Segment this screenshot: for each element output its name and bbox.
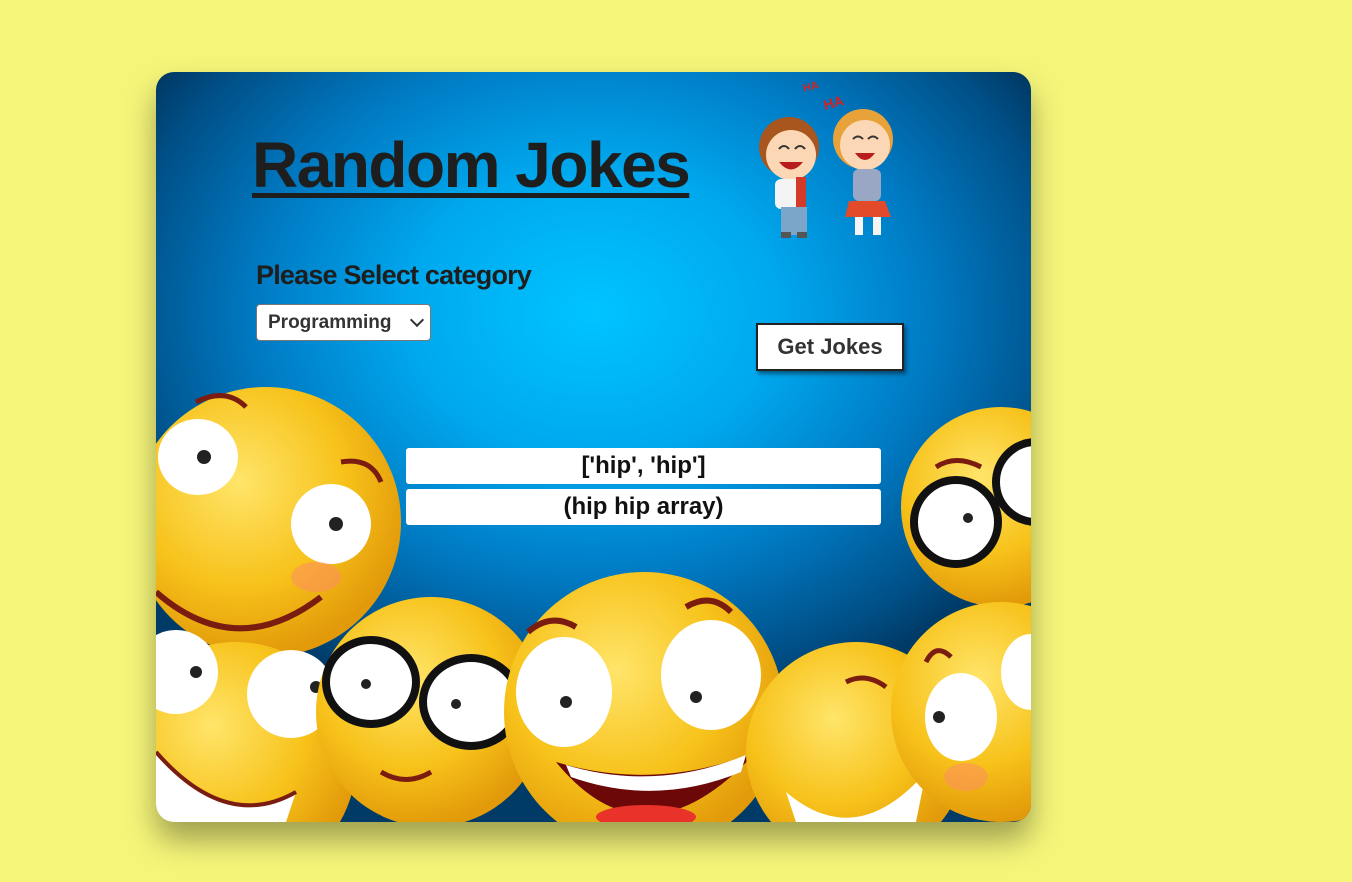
page-title: Random Jokes — [252, 129, 691, 201]
joke-delivery: (hip hip array) — [406, 489, 881, 525]
emoji-left-top — [156, 387, 401, 657]
emoji-right-bottom — [891, 602, 1031, 822]
laugh-text-1: HA — [802, 79, 821, 95]
emoji-right-top — [901, 407, 1031, 607]
emoji-bottom-left — [156, 630, 356, 822]
chevron-down-icon — [409, 312, 425, 328]
laugh-text-2: HA — [822, 92, 846, 113]
emoji-right-grin — [746, 642, 966, 822]
laughing-kids-illustration: HA HA — [759, 79, 893, 238]
emoji-center — [504, 572, 784, 822]
emoji-glasses-left — [316, 597, 546, 822]
category-label: Please Select category — [256, 260, 532, 290]
category-select[interactable]: Programming — [256, 304, 431, 341]
category-select-value: Programming — [268, 311, 392, 333]
joke-card: Random Jokes HA HA Please Select categor… — [156, 72, 1031, 822]
get-jokes-button[interactable]: Get Jokes — [756, 323, 904, 371]
joke-setup: ['hip', 'hip'] — [406, 448, 881, 484]
